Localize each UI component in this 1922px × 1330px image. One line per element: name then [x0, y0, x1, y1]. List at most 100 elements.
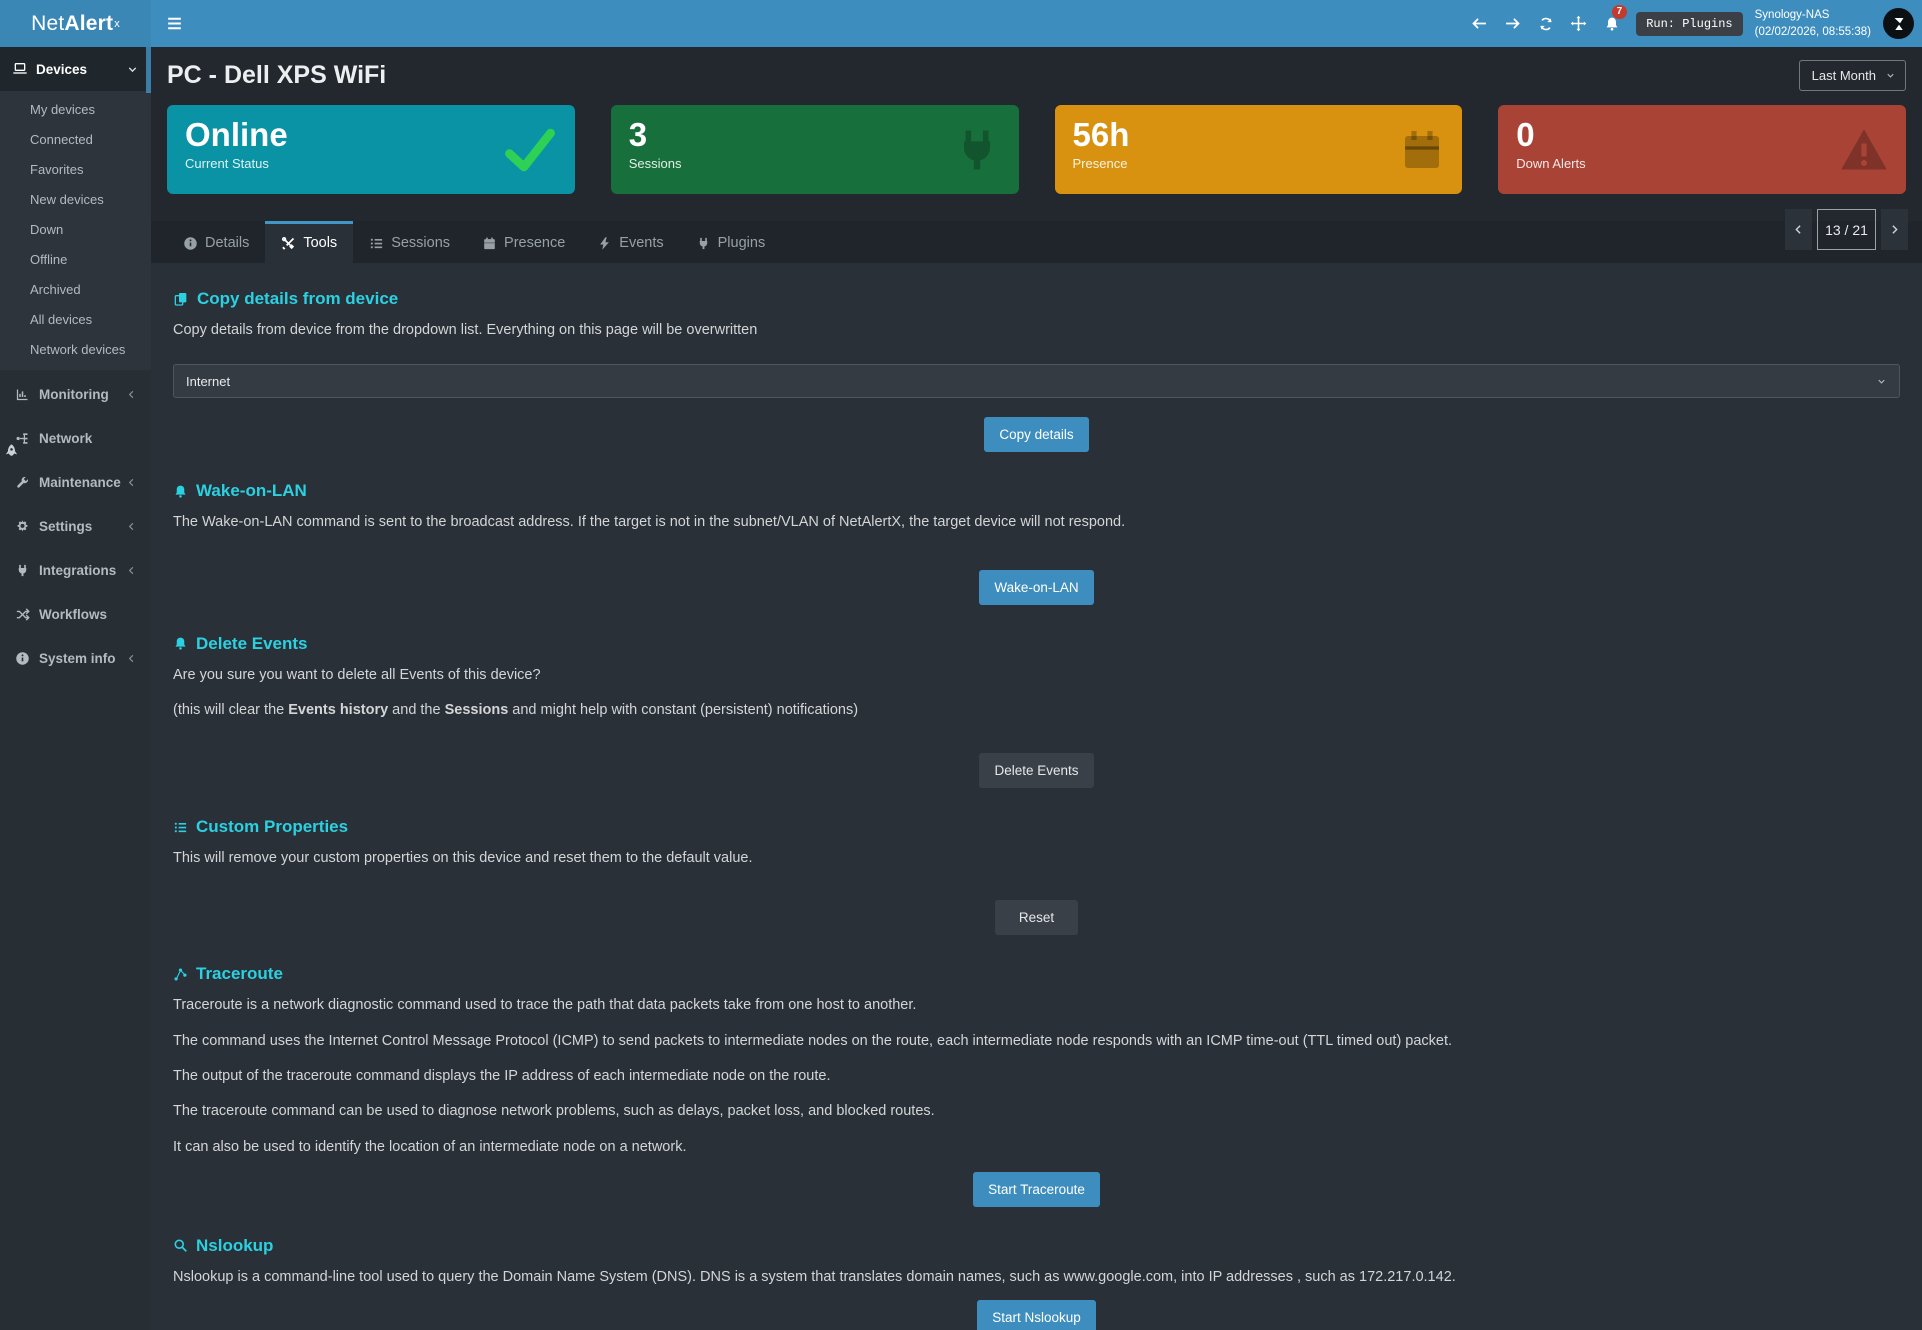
sidebar-item-label: System info [39, 651, 116, 666]
section-title-text: Traceroute [196, 964, 283, 984]
pager-prev-button[interactable] [1785, 209, 1812, 250]
tab-sessions[interactable]: Sessions [353, 221, 466, 263]
chevron-left-icon [126, 389, 137, 400]
chevron-down-icon [126, 63, 139, 76]
sidebar-item-offline[interactable]: Offline [0, 244, 151, 274]
traceroute-paragraph: The command uses the Internet Control Me… [173, 1031, 1900, 1051]
card-value: 0 [1516, 117, 1888, 153]
search-icon [173, 1238, 188, 1253]
sidebar-item-label: Monitoring [39, 387, 109, 402]
calendar-icon [1398, 126, 1446, 174]
host-name: Synology-NAS [1755, 7, 1871, 24]
sidebar-item-label: Devices [36, 62, 87, 77]
pager-indicator: 13 / 21 [1817, 209, 1876, 250]
sidebar-toggle-button[interactable] [151, 0, 197, 47]
chevron-right-icon [1888, 223, 1901, 236]
card-label: Sessions [629, 156, 1001, 171]
sidebar-item-workflows[interactable]: Workflows [0, 592, 151, 636]
copy-icon [173, 291, 189, 307]
sidebar-item-settings[interactable]: Settings [0, 504, 151, 548]
run-plugins-button[interactable]: Run: Plugins [1636, 12, 1742, 36]
tab-plugins[interactable]: Plugins [680, 221, 782, 263]
section-title: Custom Properties [173, 817, 1900, 837]
chevron-left-icon [126, 565, 137, 576]
tab-label: Plugins [718, 235, 766, 251]
sidebar-item-my-devices[interactable]: My devices [0, 94, 151, 124]
tab-label: Presence [504, 235, 565, 251]
host-info: Synology-NAS (02/02/2026, 08:55:38) [1755, 7, 1871, 40]
tab-presence[interactable]: Presence [466, 221, 581, 263]
page-title: PC - Dell XPS WiFi [167, 61, 386, 90]
plug-icon [696, 236, 711, 251]
sidebar-scrollbar[interactable] [146, 47, 151, 93]
wake-on-lan-button[interactable]: Wake-on-LAN [979, 570, 1093, 605]
device-pager: 13 / 21 [1785, 209, 1908, 250]
user-avatar[interactable] [1883, 8, 1914, 39]
fullscreen-button[interactable] [1562, 0, 1595, 47]
forward-button[interactable] [1496, 0, 1529, 47]
start-nslookup-button[interactable]: Start Nslookup [977, 1300, 1096, 1330]
sidebar-item-system-info[interactable]: System info [0, 636, 151, 680]
copy-device-select[interactable]: Internet [173, 364, 1900, 398]
back-button[interactable] [1463, 0, 1496, 47]
chart-icon [14, 387, 30, 402]
top-navbar: NetAlertx 7 Run: Plugins Synology-NAS (0… [0, 0, 1922, 47]
section-nslookup: Nslookup Nslookup is a command-line tool… [173, 1236, 1900, 1330]
refresh-icon [1538, 16, 1554, 32]
card-label: Presence [1073, 156, 1445, 171]
sidebar-item-monitoring[interactable]: Monitoring [0, 372, 151, 416]
refresh-button[interactable] [1529, 0, 1562, 47]
tab-details[interactable]: Details [167, 221, 265, 263]
sidebar-item-integrations[interactable]: Integrations [0, 548, 151, 592]
delete-events-question: Are you sure you want to delete all Even… [173, 665, 1900, 685]
delete-events-button[interactable]: Delete Events [979, 753, 1093, 788]
sidebar-item-down[interactable]: Down [0, 214, 151, 244]
period-select[interactable]: Last Month [1799, 60, 1906, 91]
sidebar-item-network-devices[interactable]: Network devices [0, 334, 151, 364]
page-header: PC - Dell XPS WiFi Last Month [151, 47, 1922, 100]
card-current-status[interactable]: Online Current Status [167, 105, 575, 194]
notifications-button[interactable]: 7 [1595, 0, 1628, 47]
sidebar-item-archived[interactable]: Archived [0, 274, 151, 304]
sidebar-item-new-devices[interactable]: New devices [0, 184, 151, 214]
sidebar-main-menu: Monitoring Network Maintenance Settings … [0, 372, 151, 680]
arrow-right-icon [1504, 15, 1521, 32]
sidebar-item-maintenance[interactable]: Maintenance [0, 460, 151, 504]
tab-label: Sessions [391, 235, 450, 251]
tab-tools[interactable]: Tools [265, 221, 353, 263]
logo-text-net: Net [31, 12, 64, 36]
section-custom-properties: Custom Properties This will remove your … [173, 817, 1900, 935]
card-down-alerts[interactable]: 0 Down Alerts [1498, 105, 1906, 194]
copy-details-button[interactable]: Copy details [984, 417, 1088, 452]
traceroute-paragraph: Traceroute is a network diagnostic comma… [173, 995, 1900, 1015]
section-copy-details: Copy details from device Copy details fr… [173, 289, 1900, 452]
reset-button[interactable]: Reset [995, 900, 1078, 935]
start-traceroute-button[interactable]: Start Traceroute [973, 1172, 1100, 1207]
tab-label: Details [205, 235, 249, 251]
sessions-bold: Sessions [445, 702, 509, 718]
calendar-icon [482, 236, 497, 251]
rocket-icon[interactable] [3, 443, 20, 460]
copy-device-select-value: Internet [186, 374, 230, 389]
traceroute-paragraph: The output of the traceroute command dis… [173, 1066, 1900, 1086]
section-title-text: Wake-on-LAN [196, 481, 307, 501]
info-icon [183, 236, 198, 251]
sidebar-item-connected[interactable]: Connected [0, 124, 151, 154]
delete-events-note: (this will clear the Events history and … [173, 700, 1900, 720]
chevron-left-icon [1792, 223, 1805, 236]
laptop-icon [12, 61, 28, 77]
card-sessions[interactable]: 3 Sessions [611, 105, 1019, 194]
section-description: This will remove your custom properties … [173, 848, 1900, 868]
tab-label: Tools [303, 235, 337, 251]
sidebar-item-network[interactable]: Network [0, 416, 151, 460]
card-presence[interactable]: 56h Presence [1055, 105, 1463, 194]
section-title: Nslookup [173, 1236, 1900, 1256]
section-title: Traceroute [173, 964, 1900, 984]
pager-next-button[interactable] [1881, 209, 1908, 250]
tab-events[interactable]: Events [581, 221, 679, 263]
navbar-right-group: 7 Run: Plugins Synology-NAS (02/02/2026,… [1463, 0, 1922, 47]
sidebar-item-all-devices[interactable]: All devices [0, 304, 151, 334]
sidebar-item-devices[interactable]: Devices [0, 47, 151, 91]
sidebar-item-favorites[interactable]: Favorites [0, 154, 151, 184]
wrench-icon [14, 475, 30, 490]
